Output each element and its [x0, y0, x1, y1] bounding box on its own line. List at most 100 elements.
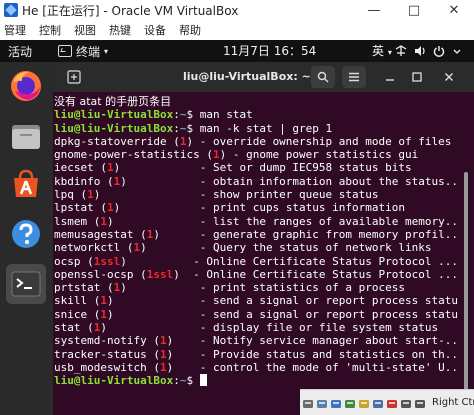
terminal-line: ocsp (1ssl) - Online Certificate Status … — [54, 254, 458, 268]
terminal-line: stat (1) - display file or file system s… — [54, 321, 439, 335]
hamburger-menu-button[interactable] — [342, 66, 366, 88]
menu-hotkeys[interactable]: 热键 — [109, 22, 131, 38]
man-entry-desc: - Online Certificate Status Protocol ... — [179, 267, 458, 281]
keyboard-icon[interactable] — [414, 396, 426, 410]
man-section: 1ssl — [146, 267, 174, 281]
command-text: man -k stat | grep 1 — [193, 121, 333, 135]
activities-button[interactable]: 活动 — [8, 43, 48, 60]
chevron-down-icon — [452, 45, 464, 57]
man-section: 1 — [159, 360, 167, 374]
minimize-button[interactable]: — — [354, 3, 394, 18]
ime-label: 英 — [372, 44, 385, 58]
terminal-line: networkctl (1) - Query the status of net… — [54, 241, 432, 255]
dock-item-files[interactable] — [6, 116, 46, 156]
man-entry-name: kbdinfo — [54, 174, 101, 188]
man-section: 1 — [113, 281, 121, 295]
man-section: 1 — [212, 148, 220, 162]
hdd-icon[interactable] — [302, 396, 314, 410]
volume-icon — [414, 45, 426, 57]
menu-machine[interactable]: 管理 — [4, 22, 26, 38]
ubuntu-topbar: 活动 终端 ▾ 11月7日 16：54 英 ▾ — [0, 40, 474, 62]
man-entry-desc: - send a signal or report process status — [113, 307, 458, 321]
maximize-icon — [412, 72, 422, 82]
man-entry-desc: - list the ranges of available memory... — [113, 214, 458, 228]
new-tab-button[interactable] — [61, 66, 87, 88]
terminal-line: 没有 atat 的手册页条目 — [54, 95, 458, 108]
man-entry-desc: - override ownership and mode of files — [193, 134, 452, 148]
man-entry-name: prtstat — [54, 281, 101, 295]
scrollbar-thumb[interactable] — [464, 172, 468, 404]
man-entry-name: systemd-notify — [54, 334, 147, 348]
man-entry-desc: - display file or file system status — [107, 321, 439, 335]
dock-item-firefox[interactable] — [6, 66, 46, 106]
man-entry-name: networkctl — [54, 241, 121, 255]
network-icon[interactable] — [344, 396, 356, 410]
terminal-scrollbar[interactable] — [460, 92, 472, 415]
terminal-line: openssl-ocsp (1ssl) - Online Certificate… — [54, 267, 458, 281]
chevron-down-icon: ▾ — [104, 46, 109, 56]
terminal-line: liu@liu-VirtualBox:~$ — [54, 374, 458, 387]
close-button[interactable]: ✕ — [434, 3, 474, 18]
output-text: 没有 atat 的手册页条目 — [54, 95, 172, 108]
terminal-line: systemd-notify (1) - Notify service mana… — [54, 334, 458, 347]
terminal-maximize-button[interactable] — [405, 66, 429, 88]
dock-item-software[interactable] — [6, 164, 46, 204]
terminal-close-button[interactable] — [437, 66, 461, 88]
man-section: 1 — [113, 174, 121, 188]
dock-item-terminal[interactable] — [6, 264, 46, 304]
man-section: 1 — [159, 334, 167, 348]
network-icon — [395, 45, 407, 57]
man-entry-name: lpstat — [54, 201, 94, 215]
prompt-user: liu@liu-VirtualBox — [54, 121, 174, 135]
man-entry-name: stat — [54, 321, 81, 335]
software-center-icon — [14, 169, 38, 197]
prompt-user: liu@liu-VirtualBox — [54, 108, 174, 122]
system-tray[interactable] — [395, 40, 464, 62]
man-entry-desc: - send a signal or report process status — [113, 294, 458, 308]
terminal-icon — [11, 271, 41, 297]
terminal-title: liu@liu-VirtualBox: ~ — [183, 70, 311, 83]
terminal-line: usb_modeswitch (1) - control the mode of… — [54, 361, 458, 374]
man-entry-name: skill — [54, 294, 88, 308]
terminal-line: iecset (1) - Set or dump IEC958 status b… — [54, 161, 412, 175]
terminal-line: liu@liu-VirtualBox:~$ man stat — [54, 108, 253, 122]
search-icon — [317, 71, 329, 83]
app-menu[interactable]: 终端 ▾ — [58, 43, 108, 60]
terminal-line: memusagestat (1) - generate graphic from… — [54, 228, 458, 241]
menu-view[interactable]: 视图 — [74, 22, 96, 38]
terminal-line: skill (1) - send a signal or report proc… — [54, 294, 458, 307]
menu-help[interactable]: 帮助 — [179, 22, 201, 38]
hamburger-icon — [349, 72, 359, 82]
menu-control[interactable]: 控制 — [39, 22, 61, 38]
chevron-down-icon: ▾ — [387, 48, 392, 57]
prompt-user: liu@liu-VirtualBox — [54, 374, 174, 388]
man-section: 1 — [107, 161, 114, 175]
vbox-menubar: 管理 控制 视图 热键 设备 帮助 — [0, 20, 474, 40]
man-section: 1 — [93, 321, 101, 335]
close-icon — [445, 73, 453, 81]
search-button[interactable] — [311, 66, 335, 88]
terminal-minimize-button[interactable] — [378, 66, 402, 88]
clock[interactable]: 11月7日 16：54 — [223, 40, 316, 62]
optical-icon[interactable] — [316, 396, 328, 410]
man-entry-name: lpq — [54, 188, 74, 202]
man-entry-desc: - gnome power statistics gui — [226, 148, 419, 162]
input-method-indicator[interactable]: 英 ▾ — [372, 40, 392, 62]
help-icon — [12, 220, 40, 248]
man-entry-desc: - show printer queue status — [100, 188, 379, 202]
usb-icon[interactable] — [330, 396, 342, 410]
maximize-button[interactable]: □ — [394, 3, 434, 18]
menu-devices[interactable]: 设备 — [144, 22, 166, 38]
command-text: man stat — [193, 108, 253, 122]
terminal-line: liu@liu-VirtualBox:~$ man -k stat | grep… — [54, 121, 333, 135]
terminal-output[interactable]: 没有 atat 的手册页条目 liu@liu-VirtualBox:~$ man … — [54, 92, 458, 415]
shared-folder-icon[interactable] — [358, 396, 370, 410]
command-text — [193, 374, 200, 387]
terminal-line: lsmem (1) - list the ranges of available… — [54, 215, 458, 228]
man-entry-desc: - Notify service manager about start-... — [173, 334, 458, 348]
recording-icon[interactable] — [386, 396, 398, 410]
man-entry-desc: - print cups status information — [120, 201, 406, 215]
display-icon[interactable] — [372, 396, 384, 410]
mouse-icon[interactable] — [400, 396, 412, 410]
dock-item-help[interactable] — [6, 214, 46, 254]
